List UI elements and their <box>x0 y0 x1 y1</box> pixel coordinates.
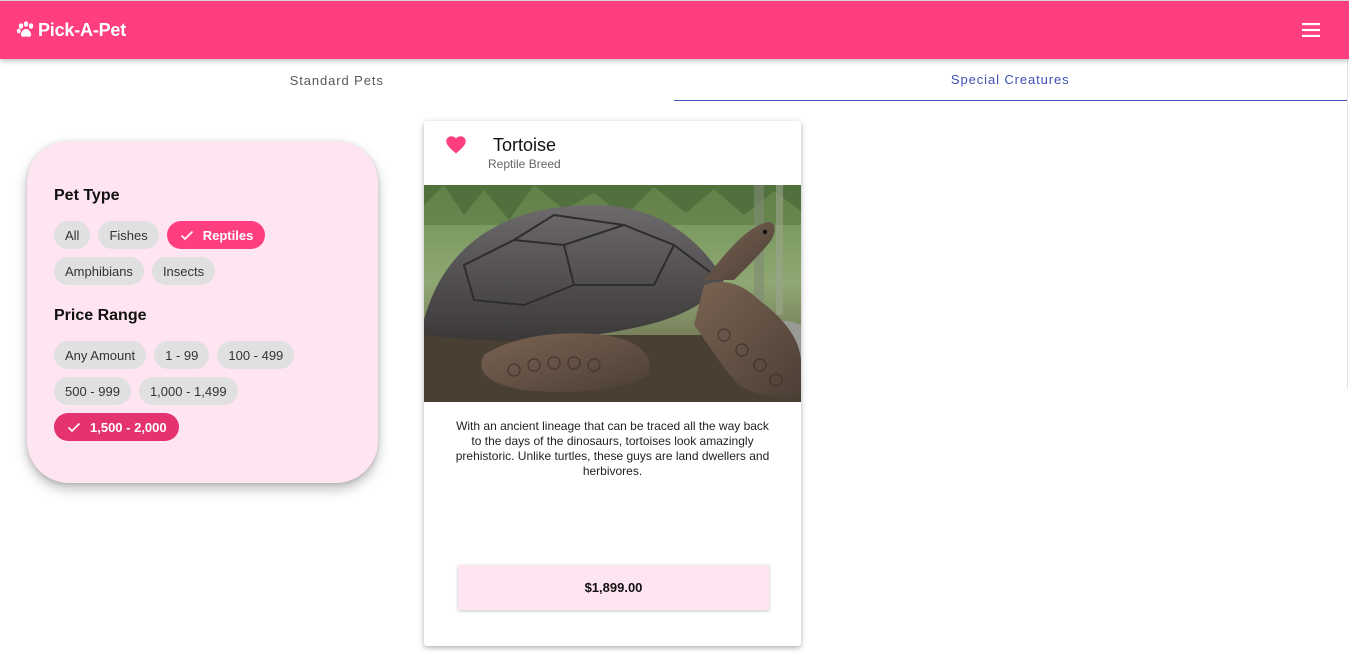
price-button[interactable]: $1,899.00 <box>458 565 769 610</box>
chip-label: 500 - 999 <box>65 383 120 399</box>
pet-breed: Reptile Breed <box>488 157 561 171</box>
page-edge-divider <box>1347 59 1348 389</box>
pet-type-heading: Pet Type <box>54 187 120 204</box>
filter-panel: Pet Type All Fishes Reptiles Amphibians … <box>27 141 378 483</box>
tab-standard-pets[interactable]: Standard Pets <box>0 59 674 101</box>
chip-label: 1,000 - 1,499 <box>149 383 227 399</box>
top-app-bar: Pick-A-Pet <box>0 0 1349 59</box>
pet-type-chips: All Fishes Reptiles Amphibians Insects <box>54 221 351 285</box>
price-range-heading: Price Range <box>54 307 147 324</box>
chip-label: Insects <box>162 263 205 279</box>
chip-pet-type-amphibians[interactable]: Amphibians <box>54 257 144 285</box>
pet-description: With an ancient lineage that can be trac… <box>455 419 770 478</box>
chip-pet-type-all[interactable]: All <box>54 221 91 249</box>
chip-pet-type-reptiles[interactable]: Reptiles <box>166 221 266 249</box>
chip-label: 1 - 99 <box>165 347 199 363</box>
price-label: $1,899.00 <box>584 580 643 595</box>
chip-label: 100 - 499 <box>228 347 284 363</box>
chip-label: Amphibians <box>65 263 133 279</box>
chip-price-1-99[interactable]: 1 - 99 <box>154 341 210 369</box>
price-range-chips: Any Amount 1 - 99 100 - 499 500 - 999 1,… <box>54 341 351 441</box>
hamburger-menu-icon <box>1302 23 1320 37</box>
checkmark-icon <box>66 419 82 435</box>
chip-price-any-amount[interactable]: Any Amount <box>54 341 147 369</box>
pet-card-header: Tortoise Reptile Breed <box>424 121 801 185</box>
chip-price-1000-1499[interactable]: 1,000 - 1,499 <box>138 377 238 405</box>
tab-special-creatures[interactable]: Special Creatures <box>673 59 1347 101</box>
app-title: Pick-A-Pet <box>38 19 127 40</box>
chip-label: All <box>65 227 80 243</box>
pet-card: Tortoise Reptile Breed With an ancient l… <box>424 121 801 646</box>
chip-price-500-999[interactable]: 500 - 999 <box>54 377 131 405</box>
chip-pet-type-insects[interactable]: Insects <box>151 257 216 285</box>
chip-label: Any Amount <box>65 347 136 363</box>
pet-name: Tortoise <box>493 135 557 155</box>
chip-label: Fishes <box>109 227 148 243</box>
chip-label: 1,500 - 2,000 <box>90 419 167 435</box>
chip-price-1500-2000[interactable]: 1,500 - 2,000 <box>54 413 179 441</box>
tab-bar: Standard Pets Special Creatures <box>0 59 1347 102</box>
checkmark-icon <box>179 227 195 243</box>
brand[interactable]: Pick-A-Pet <box>16 20 126 41</box>
heart-icon[interactable] <box>446 136 466 154</box>
giant-tortoise-photo <box>424 185 801 402</box>
chip-price-100-499[interactable]: 100 - 499 <box>217 341 295 369</box>
chip-label: Reptiles <box>202 227 254 243</box>
menu-button[interactable] <box>1299 18 1323 42</box>
paw-icon <box>16 20 36 40</box>
chip-pet-type-fishes[interactable]: Fishes <box>98 221 159 249</box>
